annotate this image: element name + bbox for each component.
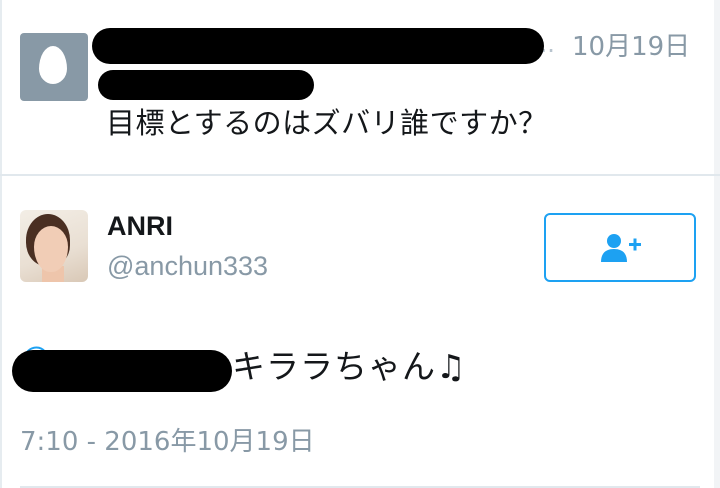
tweet-timestamp[interactable]: 7:10 - 2016年10月19日 [20, 421, 315, 458]
tweet-divider [0, 174, 720, 176]
reply-avatar[interactable] [20, 33, 88, 101]
screen-name[interactable]: @anchun333 [107, 251, 268, 282]
right-border [714, 0, 720, 488]
user-avatar[interactable] [20, 210, 88, 282]
redacted-mention [98, 70, 314, 100]
redacted-display-name [92, 28, 544, 64]
follow-button[interactable] [544, 213, 696, 282]
left-border [0, 0, 2, 488]
redacted-mention-text [12, 350, 232, 392]
add-user-icon [601, 234, 641, 262]
reply-text: 目標とするのはズバリ誰ですか？ [106, 106, 548, 140]
display-name[interactable]: ANRI [107, 211, 173, 242]
reply-time[interactable]: 10月19日 [572, 26, 690, 63]
egg-icon [39, 46, 67, 84]
tweet-text: キララちゃん♫ [232, 347, 467, 386]
